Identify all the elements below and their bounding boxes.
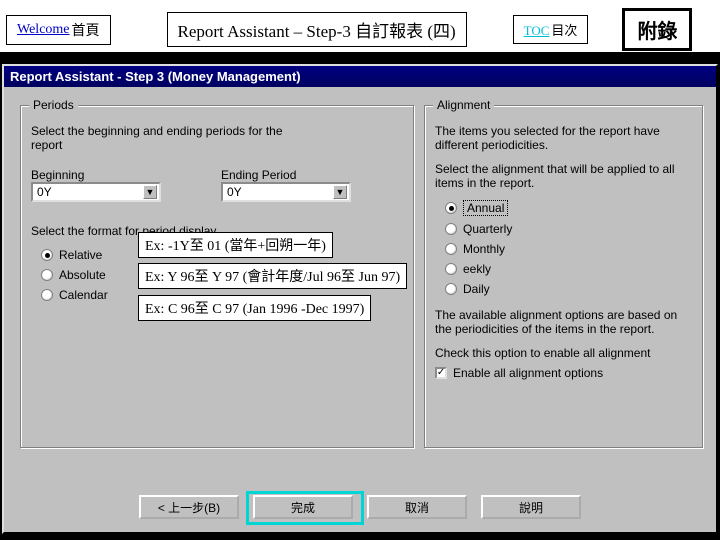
dialog-backdrop: Report Assistant - Step 3 (Money Managem… xyxy=(0,52,720,540)
window-titlebar: Report Assistant - Step 3 (Money Managem… xyxy=(4,66,716,87)
radio-dot-icon xyxy=(445,243,457,255)
toc-suffix: 目次 xyxy=(551,23,577,38)
annotation-absolute: Ex: Y 96至 Y 97 (會計年度/Jul 96至 Jun 97) xyxy=(138,263,407,289)
radio-relative-label: Relative xyxy=(59,248,102,262)
chevron-down-icon[interactable]: ▼ xyxy=(143,185,157,199)
welcome-home-link[interactable]: Welcome首頁 xyxy=(6,15,111,45)
enable-all-checkbox[interactable]: ✓ Enable all alignment options xyxy=(435,366,693,380)
radio-weekly-label: eekly xyxy=(463,262,491,276)
page-title: Report Assistant – Step-3 自訂報表 (四) xyxy=(167,12,467,47)
alignment-legend: Alignment xyxy=(433,98,494,112)
periods-legend: Periods xyxy=(29,98,78,112)
radio-dot-icon xyxy=(41,269,53,281)
beginning-value: 0Y xyxy=(37,185,52,199)
back-button[interactable]: < 上一步(B) xyxy=(139,495,239,519)
radio-dot-icon xyxy=(445,283,457,295)
annotation-calendar: Ex: C 96至 C 97 (Jan 1996 -Dec 1997) xyxy=(138,295,371,321)
welcome-suffix: 首頁 xyxy=(72,20,100,40)
radio-annual-label: Annual xyxy=(463,200,508,216)
beginning-combo[interactable]: 0Y ▼ xyxy=(31,182,161,202)
alignment-note2: Check this option to enable all alignmen… xyxy=(435,346,693,360)
beginning-label: Beginning xyxy=(31,168,161,182)
alignment-desc1: The items you selected for the report ha… xyxy=(435,124,693,152)
checkbox-icon: ✓ xyxy=(435,367,447,379)
radio-dot-icon xyxy=(445,263,457,275)
toc-link-text: TOC xyxy=(524,23,550,38)
chevron-down-icon[interactable]: ▼ xyxy=(333,185,347,199)
welcome-link-text: Welcome xyxy=(17,22,70,38)
radio-weekly[interactable]: eekly xyxy=(445,262,693,276)
radio-dot-icon xyxy=(41,289,53,301)
finish-button[interactable]: 完成 xyxy=(253,495,353,519)
alignment-desc2: Select the alignment that will be applie… xyxy=(435,162,693,190)
appendix-link[interactable]: 附錄 xyxy=(622,8,692,51)
radio-monthly[interactable]: Monthly xyxy=(445,242,693,256)
ending-value: 0Y xyxy=(227,185,242,199)
radio-quarterly-label: Quarterly xyxy=(463,222,512,236)
toc-link[interactable]: TOC目次 xyxy=(513,15,589,44)
radio-monthly-label: Monthly xyxy=(463,242,505,256)
radio-dot-icon xyxy=(445,223,457,235)
slide-topbar: Welcome首頁 Report Assistant – Step-3 自訂報表… xyxy=(0,0,720,59)
help-button[interactable]: 說明 xyxy=(481,495,581,519)
radio-absolute-label: Absolute xyxy=(59,268,106,282)
radio-dot-icon xyxy=(41,249,53,261)
enable-all-label: Enable all alignment options xyxy=(453,366,603,380)
radio-calendar-label: Calendar xyxy=(59,288,108,302)
radio-quarterly[interactable]: Quarterly xyxy=(445,222,693,236)
alignment-group: Alignment The items you selected for the… xyxy=(424,105,704,449)
ending-label: Ending Period xyxy=(221,168,351,182)
radio-daily[interactable]: Daily xyxy=(445,282,693,296)
periods-desc: Select the beginning and ending periods … xyxy=(31,124,291,152)
radio-daily-label: Daily xyxy=(463,282,490,296)
radio-dot-icon xyxy=(445,202,457,214)
radio-annual[interactable]: Annual xyxy=(445,200,693,216)
ending-combo[interactable]: 0Y ▼ xyxy=(221,182,351,202)
alignment-note1: The available alignment options are base… xyxy=(435,308,693,336)
annotation-relative: Ex: -1Y至 01 (當年+回朔一年) xyxy=(138,232,333,258)
dialog-button-row: < 上一步(B) 完成 取消 說明 xyxy=(4,495,716,519)
cancel-button[interactable]: 取消 xyxy=(367,495,467,519)
